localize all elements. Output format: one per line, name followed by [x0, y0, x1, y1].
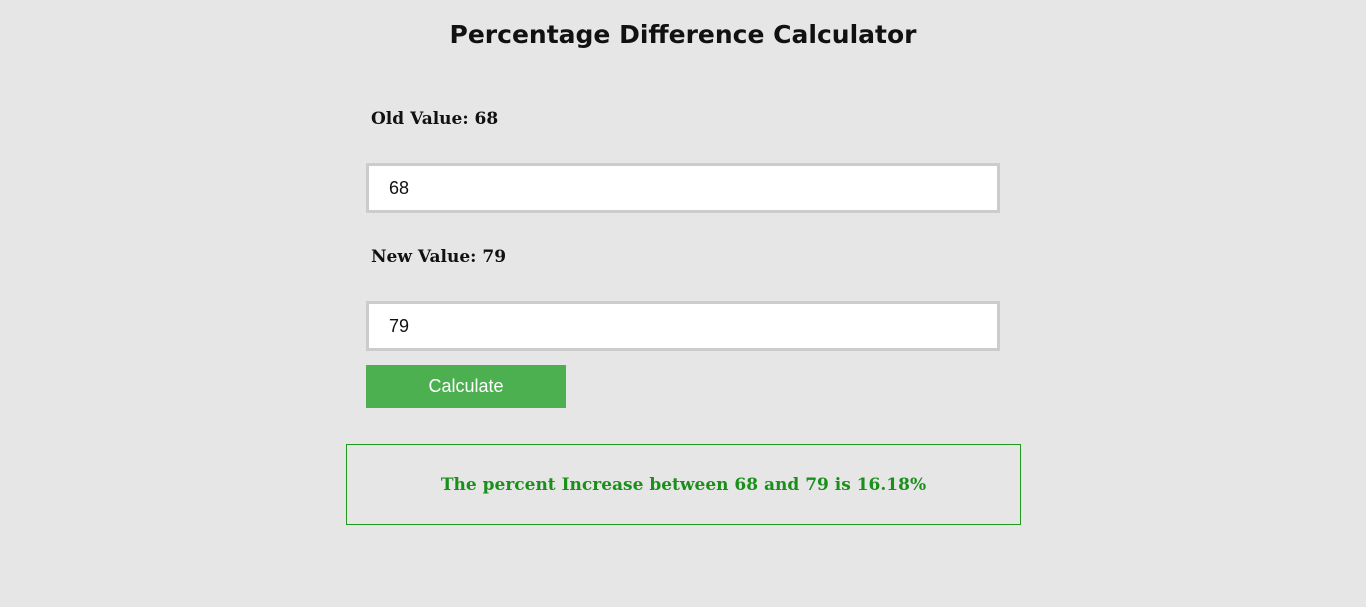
result-box: The percent Increase between 68 and 79 i…: [346, 444, 1021, 525]
result-text: The percent Increase between 68 and 79 i…: [440, 474, 927, 495]
new-value-label: New Value: 79: [371, 247, 507, 267]
page-title: Percentage Difference Calculator: [449, 20, 917, 49]
old-value-label: Old Value: 68: [371, 109, 499, 129]
old-value-input[interactable]: [366, 163, 1000, 213]
calculate-button[interactable]: Calculate: [366, 365, 566, 408]
new-value-input[interactable]: [366, 301, 1000, 351]
calculator-page: Percentage Difference Calculator Old Val…: [0, 0, 1366, 607]
